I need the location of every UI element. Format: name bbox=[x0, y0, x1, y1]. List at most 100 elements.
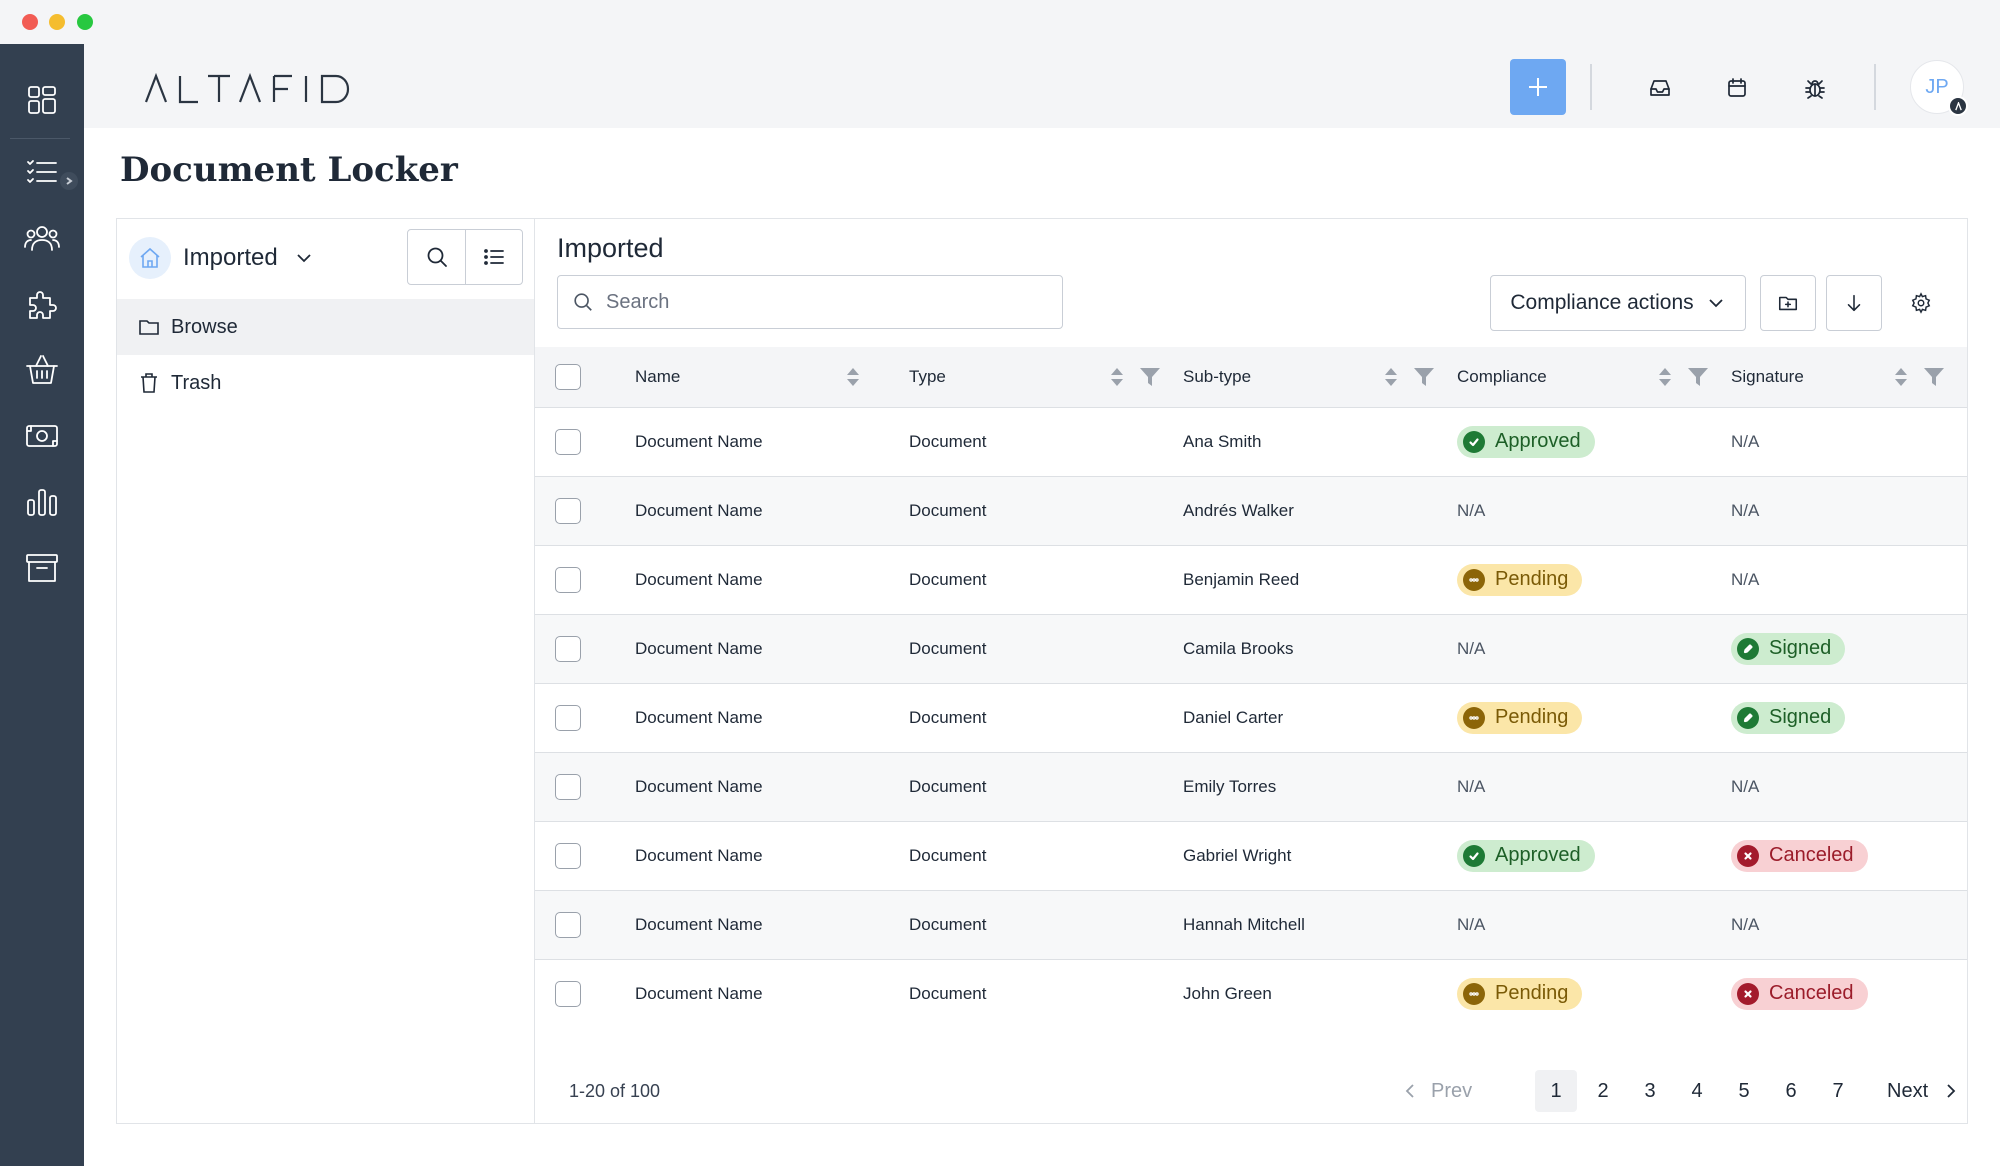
table-row[interactable]: Document Name Document Hannah Mitchell N/A N… bbox=[535, 890, 1967, 959]
rail-item-reports[interactable] bbox=[20, 480, 64, 524]
top-header: JP bbox=[84, 44, 2000, 128]
bug-report-button[interactable] bbox=[1797, 70, 1833, 106]
header-divider bbox=[1590, 64, 1592, 110]
rail-item-shop[interactable] bbox=[20, 348, 64, 392]
compliance-cell: Pending bbox=[1457, 683, 1731, 752]
chevron-down-icon bbox=[1708, 299, 1723, 308]
folder-search-button[interactable] bbox=[408, 230, 465, 284]
row-checkbox[interactable] bbox=[555, 428, 581, 455]
document-name-cell[interactable]: Document Name bbox=[635, 890, 909, 959]
add-button[interactable] bbox=[1510, 59, 1566, 115]
row-checkbox[interactable] bbox=[555, 704, 581, 731]
filter-icon[interactable] bbox=[1687, 366, 1709, 388]
compliance-status-badge: Pending bbox=[1457, 563, 1583, 596]
document-type-cell: Document bbox=[909, 914, 987, 934]
document-type-cell: Document bbox=[909, 500, 987, 520]
calendar-button[interactable] bbox=[1719, 70, 1755, 106]
document-subtype-cell: Benjamin Reed bbox=[1183, 569, 1300, 589]
document-name-cell[interactable]: Document Name bbox=[635, 476, 909, 545]
table-row[interactable]: Document Name Document Emily Torres N/A N/A bbox=[535, 752, 1967, 821]
filter-icon[interactable] bbox=[1139, 366, 1161, 388]
trash-icon bbox=[141, 373, 157, 393]
rail-item-integrations[interactable] bbox=[20, 282, 64, 326]
column-header-signature[interactable]: Signature bbox=[1731, 347, 1967, 407]
filter-icon[interactable] bbox=[1923, 366, 1945, 388]
row-checkbox[interactable] bbox=[555, 773, 581, 800]
rail-item-tasks[interactable] bbox=[20, 150, 64, 194]
table-row[interactable]: Document Name Document Daniel Carter Pendin… bbox=[535, 683, 1967, 752]
search-input[interactable] bbox=[606, 290, 1046, 314]
page-button[interactable]: 2 bbox=[1582, 1070, 1624, 1112]
document-name-cell[interactable]: Document Name bbox=[635, 683, 909, 752]
column-header-name[interactable]: Name bbox=[635, 347, 909, 407]
compliance-status-badge: Pending bbox=[1457, 977, 1583, 1010]
next-page-button[interactable]: Next bbox=[1887, 1080, 1960, 1103]
download-button[interactable] bbox=[1826, 275, 1882, 331]
document-subtype-cell: Camila Brooks bbox=[1183, 638, 1294, 658]
minimize-window-button[interactable] bbox=[49, 14, 65, 30]
sort-icon[interactable] bbox=[1109, 366, 1125, 388]
rail-item-archive[interactable] bbox=[20, 546, 64, 590]
status-label: Canceled bbox=[1769, 982, 1854, 1005]
select-all-checkbox[interactable] bbox=[555, 363, 581, 390]
rail-item-people[interactable] bbox=[20, 216, 64, 260]
logo-mark-icon bbox=[1954, 101, 1962, 110]
prev-page-button[interactable]: Prev bbox=[1401, 1080, 1472, 1103]
column-header-type[interactable]: Type bbox=[909, 347, 1183, 407]
row-select-cell bbox=[535, 545, 635, 614]
check-icon bbox=[1463, 844, 1485, 867]
pagination-count: 1-20 of 100 bbox=[569, 1080, 661, 1101]
page-button[interactable]: 1 bbox=[1535, 1070, 1577, 1112]
document-name-cell[interactable]: Document Name bbox=[635, 752, 909, 821]
signature-status-badge: Signed bbox=[1731, 701, 1846, 734]
row-checkbox[interactable] bbox=[555, 911, 581, 938]
table-row[interactable]: Document Name Document John Green Pending Ca… bbox=[535, 959, 1967, 1028]
page-button[interactable]: 6 bbox=[1770, 1070, 1812, 1112]
column-header-subtype[interactable]: Sub-type bbox=[1183, 347, 1457, 407]
row-checkbox[interactable] bbox=[555, 980, 581, 1007]
row-select-cell bbox=[535, 890, 635, 959]
new-folder-button[interactable] bbox=[1760, 275, 1816, 331]
document-name-cell[interactable]: Document Name bbox=[635, 614, 909, 683]
folder-selector[interactable]: Imported bbox=[129, 237, 314, 279]
table-row[interactable]: Document Name Document Camila Brooks N/A Sig… bbox=[535, 614, 1967, 683]
close-window-button[interactable] bbox=[22, 14, 38, 30]
sort-icon[interactable] bbox=[1657, 366, 1673, 388]
row-checkbox[interactable] bbox=[555, 842, 581, 869]
table-row[interactable]: Document Name Document Benjamin Reed Pendin… bbox=[535, 545, 1967, 614]
compliance-actions-dropdown[interactable]: Compliance actions bbox=[1490, 275, 1746, 331]
compliance-status-badge: Approved bbox=[1457, 839, 1595, 872]
tree-item-browse[interactable]: Browse bbox=[117, 299, 534, 355]
document-name-cell[interactable]: Document Name bbox=[635, 821, 909, 890]
row-checkbox[interactable] bbox=[555, 635, 581, 662]
row-checkbox[interactable] bbox=[555, 566, 581, 593]
page-button[interactable]: 5 bbox=[1723, 1070, 1765, 1112]
tree-item-trash[interactable]: Trash bbox=[117, 355, 534, 411]
document-name-cell[interactable]: Document Name bbox=[635, 407, 909, 476]
table-row[interactable]: Document Name Document Andrés Walker N/A N/A bbox=[535, 476, 1967, 545]
inbox-button[interactable] bbox=[1642, 70, 1678, 106]
page-button[interactable]: 7 bbox=[1817, 1070, 1859, 1112]
rail-item-dashboard[interactable] bbox=[20, 78, 64, 122]
sort-icon[interactable] bbox=[1893, 366, 1909, 388]
compliance-cell: N/A bbox=[1457, 614, 1731, 683]
document-name-cell[interactable]: Document Name bbox=[635, 959, 909, 1028]
table-row[interactable]: Document Name Document Ana Smith Approved N/… bbox=[535, 407, 1967, 476]
maximize-window-button[interactable] bbox=[77, 14, 93, 30]
table-row[interactable]: Document Name Document Gabriel Wright Appro… bbox=[535, 821, 1967, 890]
row-checkbox[interactable] bbox=[555, 497, 581, 524]
rail-item-payments[interactable] bbox=[20, 414, 64, 458]
filter-icon[interactable] bbox=[1413, 366, 1435, 388]
compliance-cell: Approved bbox=[1457, 407, 1731, 476]
table-settings-button[interactable] bbox=[1905, 287, 1937, 319]
page-button[interactable]: 4 bbox=[1676, 1070, 1718, 1112]
column-header-compliance[interactable]: Compliance bbox=[1457, 347, 1731, 407]
column-label: Compliance bbox=[1457, 366, 1547, 386]
page-button[interactable]: 3 bbox=[1629, 1070, 1671, 1112]
document-name-cell[interactable]: Document Name bbox=[635, 545, 909, 614]
document-search[interactable] bbox=[557, 275, 1063, 329]
list-view-button[interactable] bbox=[465, 230, 522, 284]
altafid-logo[interactable] bbox=[144, 68, 364, 108]
sort-icon[interactable] bbox=[845, 366, 861, 388]
sort-icon[interactable] bbox=[1383, 366, 1399, 388]
